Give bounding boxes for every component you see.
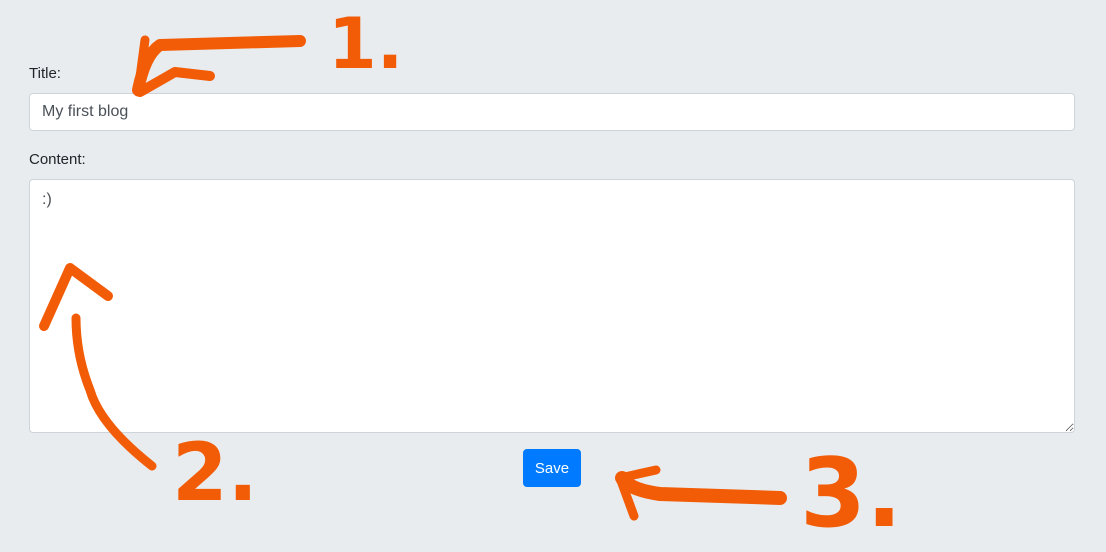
annotation-marker-3: 3.	[800, 439, 902, 549]
title-input[interactable]	[29, 93, 1075, 131]
content-label: Content:	[29, 151, 86, 168]
content-textarea[interactable]: :)	[29, 179, 1075, 433]
annotation-arrow-3: 3.	[615, 439, 902, 549]
annotation-marker-2: 2.	[172, 426, 258, 519]
save-button[interactable]: Save	[523, 449, 581, 487]
title-label: Title:	[29, 65, 61, 82]
annotation-marker-1: 1.	[328, 3, 403, 85]
annotation-arrow-1: 1.	[132, 3, 403, 97]
